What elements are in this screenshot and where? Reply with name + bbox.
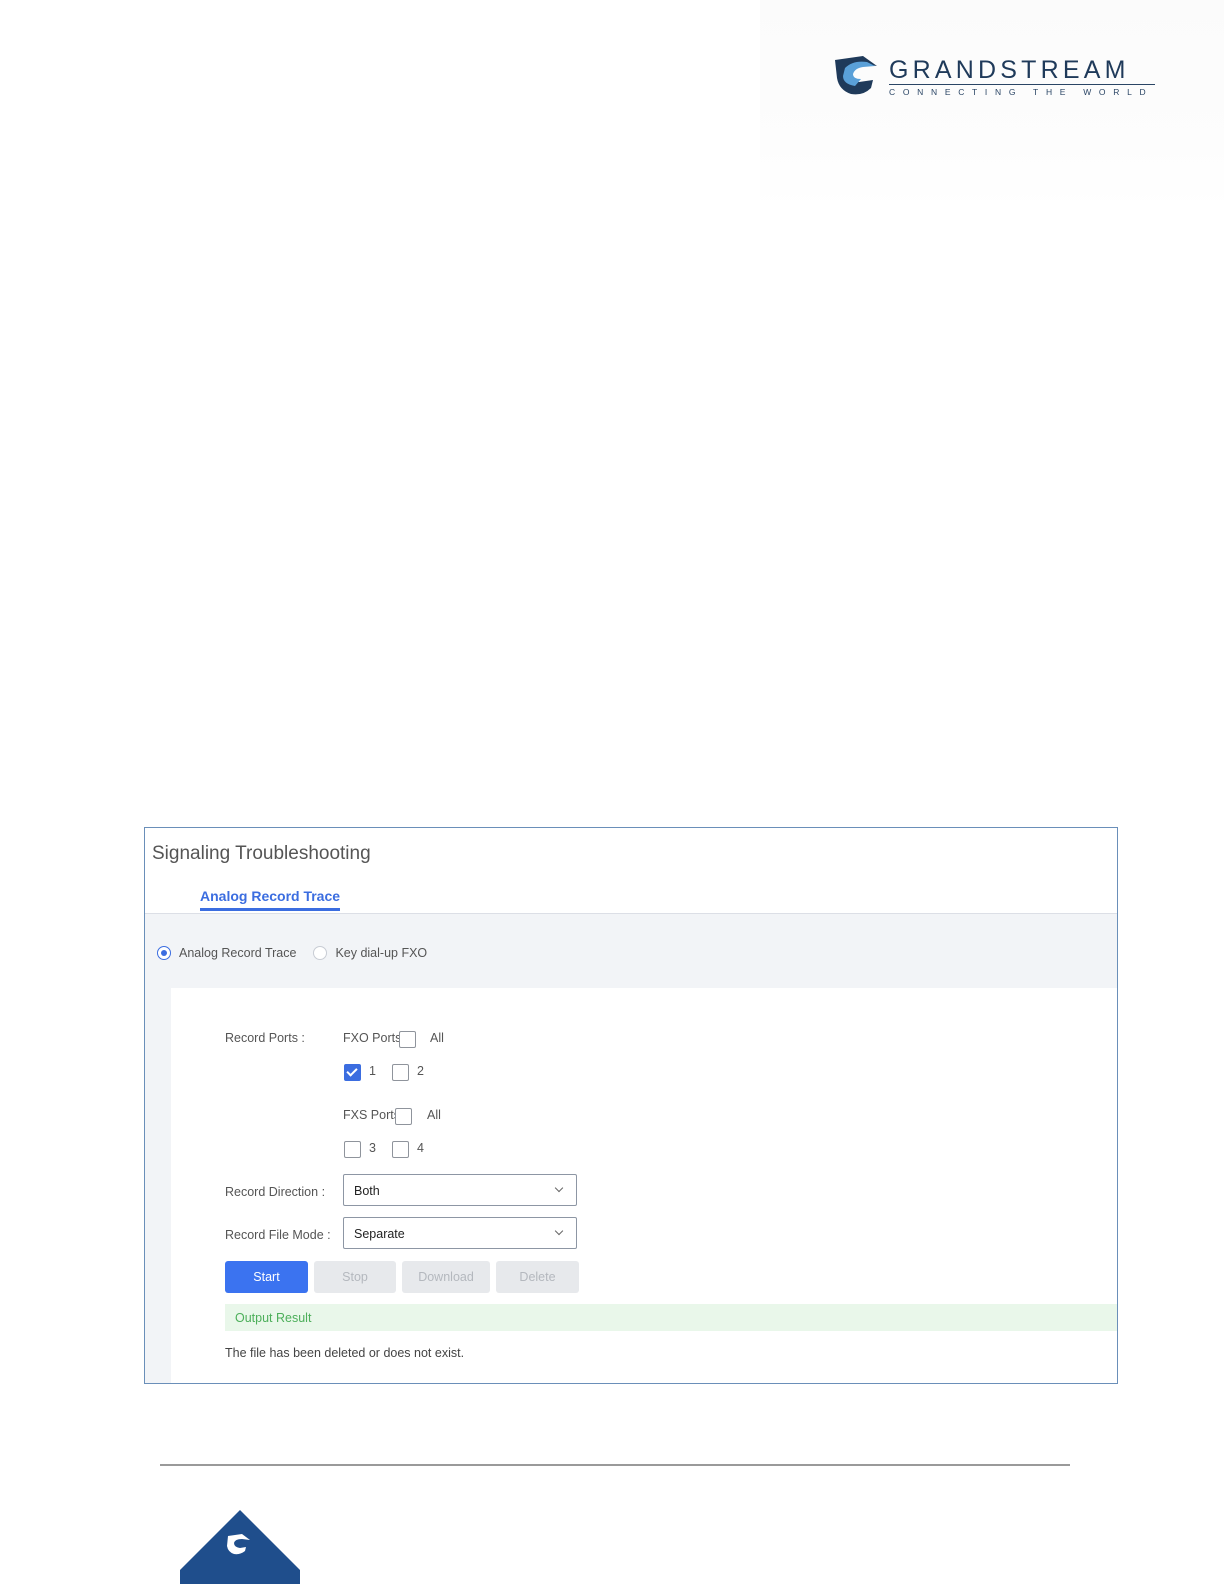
screenshot-frame: Signaling Troubleshooting Analog Record … bbox=[144, 827, 1118, 1384]
chevron-down-icon bbox=[554, 1183, 564, 1193]
output-result-message: The file has been deleted or does not ex… bbox=[225, 1346, 465, 1360]
delete-button[interactable]: Delete bbox=[496, 1261, 579, 1293]
fxs-port-4-checkbox[interactable] bbox=[392, 1141, 409, 1158]
fxo-all-label: All bbox=[430, 1031, 444, 1045]
page-title: Signaling Troubleshooting bbox=[152, 843, 371, 864]
fxs-ports-label: FXS Ports bbox=[343, 1108, 400, 1122]
grandstream-logo-icon bbox=[835, 56, 877, 95]
grandstream-footer-icon bbox=[180, 1510, 300, 1584]
radio-analog-record-trace[interactable] bbox=[157, 946, 171, 960]
radio-key-dialup-fxo[interactable] bbox=[313, 946, 328, 960]
chevron-down-icon bbox=[554, 1226, 564, 1236]
fxo-port-1-checkbox[interactable] bbox=[344, 1064, 361, 1081]
fxs-port-3-checkbox[interactable] bbox=[344, 1141, 361, 1158]
record-direction-select[interactable]: Both bbox=[343, 1174, 577, 1206]
radio-label-analog-record-trace[interactable]: Analog Record Trace bbox=[179, 946, 296, 960]
fxs-port-4-label: 4 bbox=[417, 1141, 424, 1155]
record-file-mode-value: Separate bbox=[354, 1227, 405, 1241]
fxs-all-label: All bbox=[427, 1108, 441, 1122]
fxo-port-2-checkbox[interactable] bbox=[392, 1064, 409, 1081]
start-button[interactable]: Start bbox=[225, 1261, 308, 1293]
fxo-port-2-label: 2 bbox=[417, 1064, 424, 1078]
download-button[interactable]: Download bbox=[402, 1261, 490, 1293]
record-file-mode-select[interactable]: Separate bbox=[343, 1217, 577, 1249]
mode-radio-group: Analog Record Trace Key dial-up FXO bbox=[157, 946, 427, 960]
brand-rule bbox=[889, 84, 1155, 85]
fxs-port-3-label: 3 bbox=[369, 1141, 376, 1155]
record-file-mode-label: Record File Mode : bbox=[225, 1228, 331, 1242]
fxo-all-checkbox[interactable] bbox=[399, 1031, 416, 1048]
record-ports-label: Record Ports : bbox=[225, 1031, 305, 1045]
record-direction-value: Both bbox=[354, 1184, 380, 1198]
fxs-all-checkbox[interactable] bbox=[395, 1108, 412, 1125]
radio-label-key-dialup-fxo[interactable]: Key dial-up FXO bbox=[335, 946, 427, 960]
output-result-heading: Output Result bbox=[225, 1304, 1117, 1331]
fxo-port-1-label: 1 bbox=[369, 1064, 376, 1078]
tab-analog-record-trace[interactable]: Analog Record Trace bbox=[200, 888, 341, 911]
brand-name: GRANDSTREAM bbox=[889, 56, 1130, 84]
fxo-ports-label: FXO Ports bbox=[343, 1031, 402, 1045]
grandstream-logo: GRANDSTREAM CONNECTING THE WORLD bbox=[833, 54, 1158, 98]
brand-tagline: CONNECTING THE WORLD bbox=[889, 87, 1154, 97]
header-background bbox=[760, 0, 1224, 210]
record-direction-label: Record Direction : bbox=[225, 1185, 326, 1199]
footer-divider bbox=[160, 1464, 1070, 1466]
stop-button[interactable]: Stop bbox=[314, 1261, 396, 1293]
settings-panel: Record Ports : FXO Ports All 1 2 FXS Por… bbox=[171, 988, 1117, 1383]
